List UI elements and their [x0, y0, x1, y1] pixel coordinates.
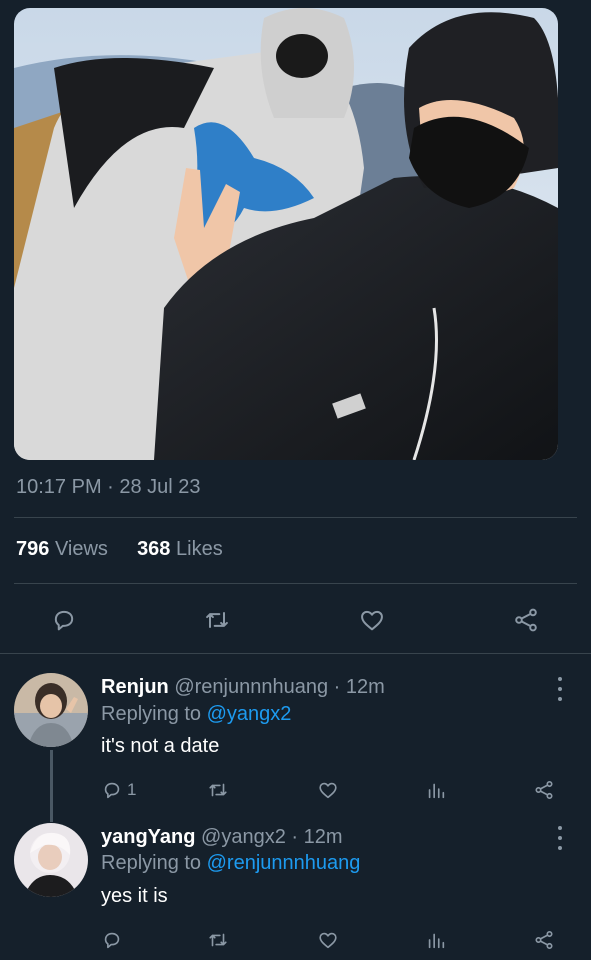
- reply-button[interactable]: 1: [101, 775, 136, 805]
- divider: [0, 653, 591, 654]
- avatar[interactable]: [14, 823, 88, 897]
- selfie-photo-image: [14, 8, 558, 460]
- like-button[interactable]: [352, 600, 392, 640]
- avatar[interactable]: [14, 673, 88, 747]
- avatar-image: [14, 673, 88, 747]
- share-icon: [515, 608, 537, 632]
- analytics-button[interactable]: [425, 775, 447, 805]
- reply-header: Renjun @renjunnnhuang · 12m: [101, 676, 385, 699]
- replying-to: Replying to @yangx2: [101, 703, 291, 726]
- reply-action-bar: 1: [0, 775, 591, 805]
- tweet-timestamp[interactable]: 10:17 PM · 28 Jul 23: [16, 476, 201, 499]
- views-count: 796: [16, 538, 50, 560]
- likes-label[interactable]: Likes: [176, 538, 223, 560]
- reply-action-bar: [0, 925, 591, 955]
- reply-header: yangYang @yangx2 · 12m: [101, 826, 343, 849]
- reply-icon: [54, 610, 74, 631]
- share-button[interactable]: [506, 600, 546, 640]
- share-icon: [535, 931, 553, 949]
- analytics-icon: [428, 783, 445, 799]
- avatar-image: [14, 823, 88, 897]
- tweet-stats: 796 Views 368 Likes: [16, 538, 223, 561]
- retweet-button[interactable]: [207, 925, 229, 955]
- retweet-button[interactable]: [197, 600, 237, 640]
- reply-author-name[interactable]: yangYang: [101, 826, 195, 848]
- tweet-action-bar: [0, 600, 591, 640]
- share-button[interactable]: [533, 775, 555, 805]
- replying-to: Replying to @renjunnnhuang: [101, 852, 360, 875]
- replying-prefix: Replying to: [101, 703, 207, 725]
- analytics-icon: [428, 933, 445, 949]
- mention-link[interactable]: @renjunnnhuang: [207, 852, 361, 874]
- divider: [14, 517, 577, 518]
- reply-author-meta[interactable]: @renjunnnhuang · 12m: [174, 676, 384, 698]
- likes-count: 368: [137, 538, 171, 560]
- reply-author-name[interactable]: Renjun: [101, 676, 169, 698]
- retweet-icon: [209, 783, 227, 797]
- like-icon: [319, 782, 337, 799]
- like-icon: [361, 610, 383, 631]
- reply-icon: [104, 782, 120, 799]
- share-icon: [535, 781, 553, 799]
- reply-count: 1: [127, 780, 137, 799]
- like-icon: [319, 932, 337, 949]
- reply-author-meta[interactable]: @yangx2 · 12m: [201, 826, 342, 848]
- share-button[interactable]: [533, 925, 555, 955]
- reply-button[interactable]: [101, 925, 123, 955]
- analytics-button[interactable]: [425, 925, 447, 955]
- retweet-button[interactable]: [207, 775, 229, 805]
- more-options-button[interactable]: [550, 677, 570, 701]
- retweet-icon: [206, 612, 228, 628]
- tweet-photo[interactable]: [14, 8, 558, 460]
- retweet-icon: [209, 933, 227, 947]
- like-button[interactable]: [317, 775, 339, 805]
- divider: [14, 583, 577, 584]
- more-options-button[interactable]: [550, 826, 570, 850]
- mention-link[interactable]: @yangx2: [207, 703, 292, 725]
- like-button[interactable]: [317, 925, 339, 955]
- replying-prefix: Replying to: [101, 852, 207, 874]
- reply-text: it's not a date: [101, 735, 220, 757]
- reply-text: yes it is: [101, 885, 168, 907]
- reply-icon: [104, 932, 120, 949]
- views-label[interactable]: Views: [55, 538, 108, 560]
- reply-button[interactable]: [44, 600, 84, 640]
